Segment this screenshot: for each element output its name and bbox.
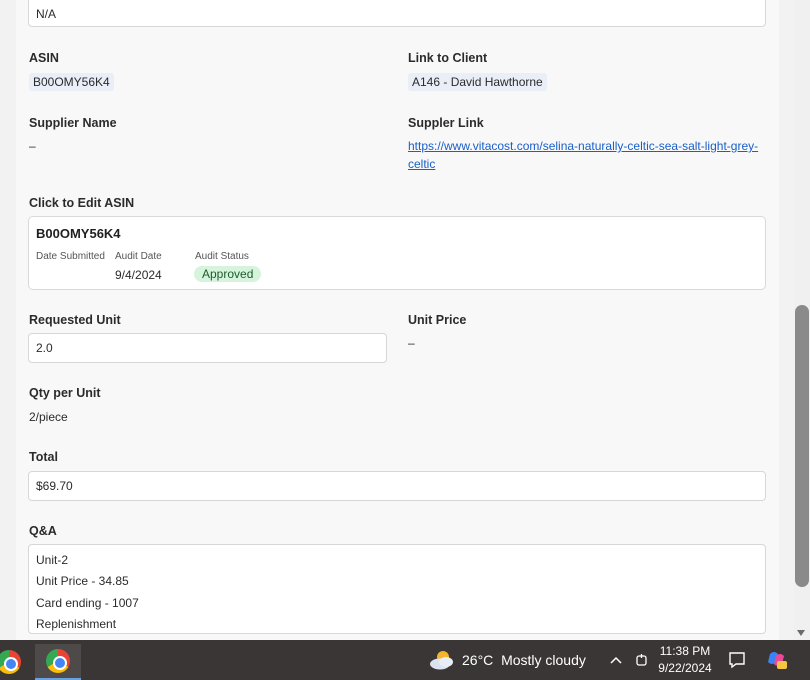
notification-icon[interactable] [728,651,746,669]
chevron-up-icon[interactable] [609,653,623,667]
asin-label: ASIN [29,51,59,65]
qa-line: Unit-2 [36,553,69,567]
audit-date-value: 9/4/2024 [115,268,162,282]
supplier-name-label: Supplier Name [29,116,117,130]
supplier-link[interactable]: https://www.vitacost.com/selina-naturall… [408,137,760,173]
clock-time: 11:38 PM [659,644,711,658]
link-to-client-label: Link to Client [408,51,488,65]
top-na-field[interactable]: N/A [28,0,766,27]
weather-widget[interactable]: 26°C Mostly cloudy [462,652,586,668]
meet-now-icon[interactable] [634,652,650,668]
chrome-icon [46,649,70,673]
requested-unit-value: 2.0 [36,341,53,355]
qa-line: Unit Price - 34.85 [36,574,129,589]
qty-per-unit-label: Qty per Unit [29,386,101,400]
top-na-value: N/A [36,6,57,21]
total-label: Total [29,450,58,464]
qa-label: Q&A [29,524,57,538]
qty-per-unit-value: 2/piece [29,410,68,424]
date-submitted-label: Date Submitted [36,251,105,262]
card-asin: B00OMY56K4 [36,226,121,241]
audit-date-label: Audit Date [115,251,162,262]
supplier-link-label: Suppler Link [408,116,484,130]
qa-textarea[interactable]: Unit-2 Unit Price - 34.85 Card ending - … [28,544,766,634]
system-clock[interactable]: 11:38 PM 9/22/2024 [655,643,715,677]
taskbar-chrome-profile-1[interactable] [0,644,32,680]
scrollbar-thumb[interactable] [795,305,809,587]
total-input[interactable]: $69.70 [28,471,766,501]
page-viewport: N/A ASIN B00OMY56K4 Link to Client A146 … [0,0,810,640]
weather-desc: Mostly cloudy [501,652,586,668]
unit-price-value: – [408,336,415,350]
qa-line: Card ending - 1007 [36,595,139,610]
cloudy-weather-icon[interactable] [428,647,456,673]
asin-card[interactable]: B00OMY56K4 Date Submitted Audit Date 9/4… [28,216,766,290]
supplier-name-value: – [29,139,36,153]
scroll-down-arrow-icon[interactable] [797,630,805,636]
audit-status-badge: Approved [194,266,262,282]
weather-temp: 26°C [462,652,494,668]
requested-unit-label: Requested Unit [29,313,121,327]
qa-line: Replenishment [36,616,117,631]
taskbar-chrome-profile-2[interactable] [35,644,81,680]
chrome-icon [0,650,21,674]
audit-status-label: Audit Status [195,251,249,262]
edit-asin-label: Click to Edit ASIN [29,196,135,210]
total-value: $69.70 [36,479,73,493]
copilot-icon[interactable] [766,650,788,670]
clock-date: 9/22/2024 [658,661,712,675]
requested-unit-input[interactable]: 2.0 [28,333,387,363]
asin-value: B00OMY56K4 [29,73,114,91]
vertical-scrollbar[interactable] [794,0,810,640]
unit-price-label: Unit Price [408,313,467,327]
link-to-client-value[interactable]: A146 - David Hawthorne [408,73,547,91]
